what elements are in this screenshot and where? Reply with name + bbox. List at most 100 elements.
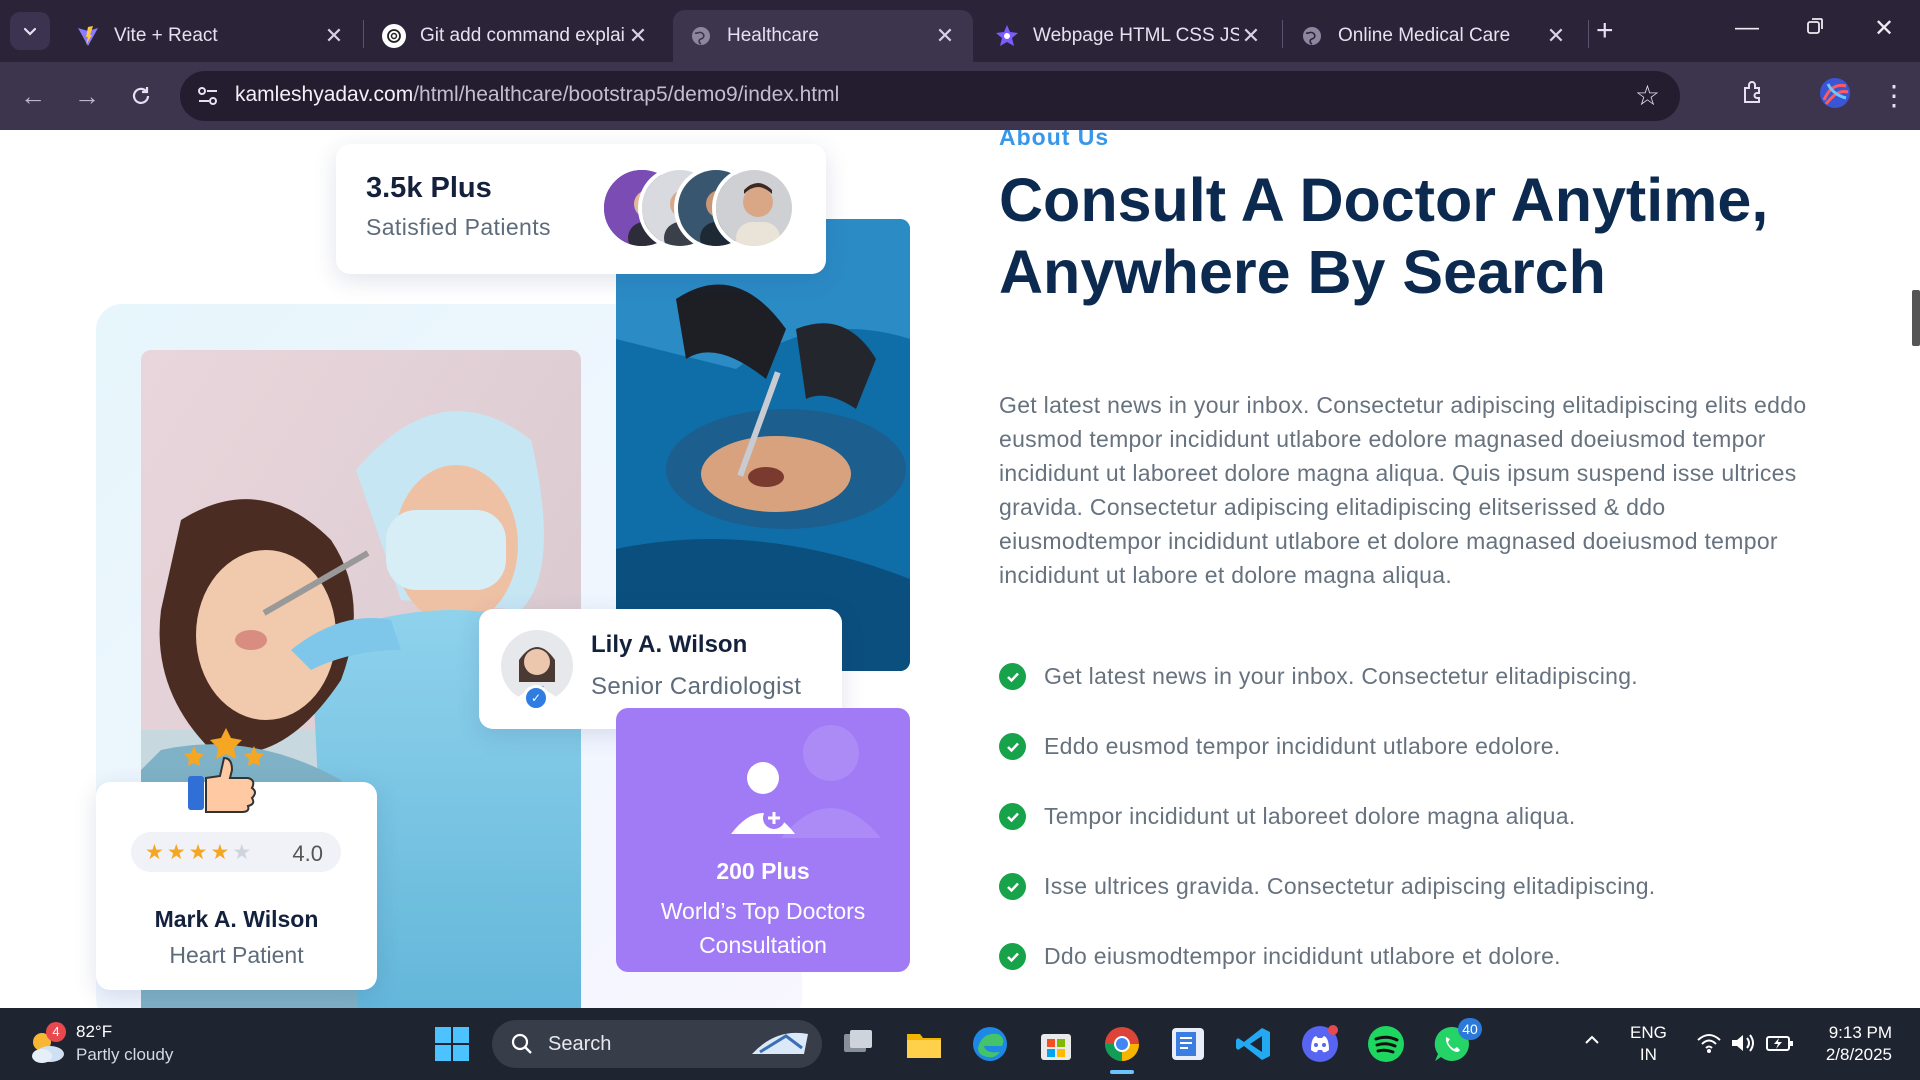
weather-temp: 82°F (76, 1022, 113, 1041)
section-label: About Us (999, 130, 1110, 150)
check-circle-icon (999, 943, 1026, 970)
rating-score: 4.0 (292, 841, 323, 866)
list-item: Isse ultrices gravida. Consectetur adipi… (999, 870, 1819, 940)
list-item-text: Eddo eusmod tempor incididunt utlabore e… (1044, 733, 1561, 759)
vscode-button[interactable] (1234, 1024, 1274, 1064)
windows-taskbar: 4 82°F Partly cloudy Search 40 ENG IN 9:… (0, 1008, 1920, 1080)
restore-button[interactable] (1806, 14, 1824, 42)
taskbar-search-box[interactable]: Search (492, 1020, 822, 1068)
page-scrollbar-thumb[interactable] (1912, 290, 1920, 346)
list-item: Ddo eiusmodtempor incididunt utlabore et… (999, 940, 1819, 1008)
site-info-icon[interactable] (196, 84, 220, 113)
close-window-button[interactable]: ✕ (1874, 14, 1894, 43)
file-explorer-button[interactable] (904, 1024, 944, 1064)
whatsapp-button[interactable]: 40 (1432, 1018, 1482, 1064)
patient-avatar-group (600, 166, 800, 250)
new-tab-button[interactable]: + (1596, 14, 1614, 48)
close-tab-icon[interactable]: ✕ (322, 23, 346, 49)
top-doctors-count: 200 Plus (716, 858, 810, 884)
edge-browser-button[interactable] (970, 1024, 1010, 1064)
folder-icon (907, 1034, 941, 1058)
surgery-photo (616, 219, 910, 671)
quick-settings-button[interactable] (1696, 1032, 1795, 1059)
rating-pill: ★★★★★ 4.0 (131, 832, 341, 872)
list-item: Eddo eusmod tempor incididunt utlabore e… (999, 730, 1819, 800)
close-tab-icon[interactable]: ✕ (626, 23, 650, 49)
spotify-button[interactable] (1366, 1024, 1406, 1064)
tab-healthcare[interactable]: Healthcare ✕ (673, 10, 973, 62)
search-label: Search (548, 1033, 612, 1055)
top-doctors-label-line1: World’s Top Doctors (660, 898, 866, 924)
edge-icon (973, 1027, 1007, 1061)
browser-menu-icon[interactable]: ⋮ (1880, 79, 1908, 112)
doctor-name: Lily A. Wilson (591, 631, 748, 658)
browser-tab-bar: Vite + React ✕ Git add command explai ✕ … (0, 0, 1920, 62)
clock-date: 2/8/2025 (1825, 1045, 1892, 1064)
document-icon (1172, 1028, 1204, 1060)
check-circle-icon (999, 803, 1026, 830)
url-host: kamleshyadav.com (235, 83, 414, 106)
tab-webpage-html[interactable]: Webpage HTML CSS JS E ✕ (979, 10, 1279, 62)
tab-online-medical-care[interactable]: Online Medical Care ✕ (1284, 10, 1584, 62)
region-code: IN (1639, 1045, 1657, 1064)
tab-search-button[interactable] (10, 12, 50, 50)
tab-vite-react[interactable]: Vite + React ✕ (60, 10, 362, 62)
tab-divider (1588, 20, 1589, 48)
chrome-icon (1105, 1027, 1139, 1061)
system-clock[interactable]: 9:13 PM 2/8/2025 (1800, 1022, 1892, 1066)
avatar (712, 166, 796, 250)
chevron-up-icon (1585, 1035, 1599, 1044)
spotify-icon (1368, 1026, 1404, 1062)
start-button[interactable] (434, 1026, 474, 1066)
reload-icon (132, 87, 150, 104)
vite-icon (76, 24, 100, 48)
star-rating-icon: ★★★★★ (145, 841, 255, 864)
search-icon (511, 1033, 532, 1054)
browser-toolbar: ← → kamleshyadav.com/html/healthcare/boo… (0, 62, 1920, 130)
tab-divider (1282, 20, 1283, 48)
close-tab-icon[interactable]: ✕ (1544, 23, 1568, 49)
tab-git-add[interactable]: Git add command explai ✕ (366, 10, 666, 62)
volume-icon (1732, 1034, 1755, 1052)
restore-icon (1807, 18, 1823, 34)
language-code: ENG (1630, 1023, 1667, 1042)
weather-widget[interactable]: 4 82°F Partly cloudy (26, 1022, 196, 1068)
list-item-text: Get latest news in your inbox. Consectet… (1044, 663, 1638, 689)
globe-icon (1300, 24, 1324, 48)
show-hidden-icons-button[interactable] (1582, 1030, 1602, 1055)
bookmark-star-icon[interactable]: ☆ (1635, 79, 1660, 112)
chrome-button[interactable] (1102, 1024, 1142, 1074)
list-item: Tempor incididunt ut laboreet dolore mag… (999, 800, 1819, 870)
top-doctors-label: World’s Top Doctors Consultation (616, 894, 910, 962)
check-circle-icon (999, 873, 1026, 900)
discord-button[interactable] (1300, 1024, 1340, 1064)
vscode-icon (1236, 1028, 1270, 1060)
close-tab-icon[interactable]: ✕ (1239, 23, 1263, 49)
satisfied-patients-label: Satisfied Patients (366, 214, 551, 240)
input-language-indicator[interactable]: ENG IN (1630, 1022, 1667, 1066)
tab-title: Webpage HTML CSS JS E (1033, 25, 1239, 46)
windows-logo-icon (435, 1027, 469, 1061)
star-app-icon (995, 24, 1019, 48)
tab-title: Online Medical Care (1338, 25, 1511, 46)
microsoft-store-button[interactable] (1036, 1024, 1076, 1064)
back-button[interactable]: ← (16, 79, 50, 113)
profile-avatar[interactable] (1818, 76, 1852, 117)
close-tab-icon[interactable]: ✕ (933, 23, 957, 49)
forward-button[interactable]: → (70, 79, 104, 113)
task-view-button[interactable] (838, 1024, 878, 1064)
tab-title: Vite + React (114, 25, 218, 46)
address-bar[interactable]: kamleshyadav.com/html/healthcare/bootstr… (180, 71, 1680, 121)
webpage-viewport: 3.5k Plus Satisfied Patients ✓ Lily A. W… (0, 130, 1920, 1008)
patient-name: Mark A. Wilson (154, 906, 319, 932)
list-item-text: Isse ultrices gravida. Consectetur adipi… (1044, 873, 1656, 899)
reload-button[interactable] (124, 79, 158, 113)
battery-charging-icon (1765, 1036, 1793, 1051)
patient-role: Heart Patient (169, 942, 304, 968)
extensions-icon[interactable] (1740, 79, 1766, 112)
doctor-plus-icon (731, 725, 881, 838)
minimize-button[interactable]: — (1735, 14, 1759, 42)
section-title: Consult A Doctor Anytime, Anywhere By Se… (999, 164, 1849, 308)
docs-app-button[interactable] (1168, 1024, 1208, 1064)
tab-divider (363, 20, 364, 48)
